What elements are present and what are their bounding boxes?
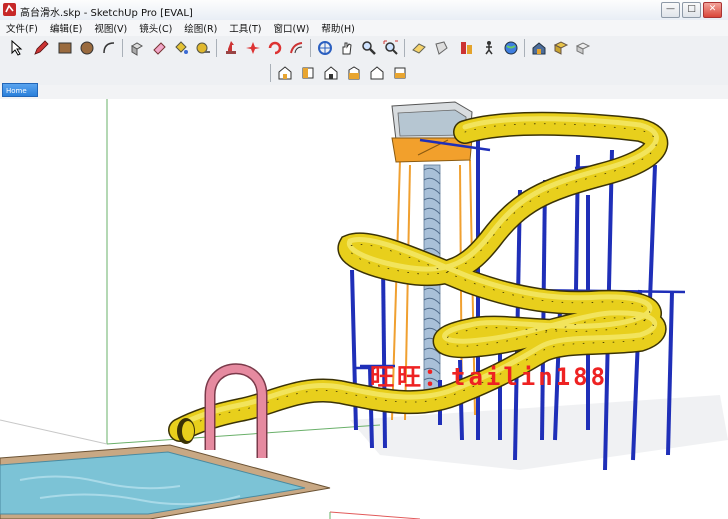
circle-icon[interactable] [78, 39, 96, 57]
iso-view-icon[interactable] [276, 64, 294, 82]
rectangle-icon[interactable] [56, 39, 74, 57]
components-icon[interactable] [432, 39, 450, 57]
red-axis [329, 511, 421, 519]
back-view-icon[interactable] [368, 64, 386, 82]
maximize-button[interactable]: □ [682, 2, 701, 18]
menu-help[interactable]: 帮助(H) [315, 21, 361, 35]
scale-icon[interactable] [266, 39, 284, 57]
tape-measure-icon[interactable] [194, 39, 212, 57]
arc-icon[interactable] [100, 39, 118, 57]
scene-tabs-bar [0, 85, 728, 99]
views-toolbar [0, 61, 728, 86]
sketchup-logo-icon [3, 3, 16, 16]
menu-window[interactable]: 窗口(W) [268, 21, 316, 35]
warehouse-icon[interactable] [530, 39, 548, 57]
close-button[interactable]: ✕ [703, 2, 722, 18]
eraser-icon[interactable] [150, 39, 168, 57]
walk-icon[interactable] [480, 39, 498, 57]
orbit-icon[interactable] [316, 39, 334, 57]
paint-bucket-icon[interactable] [172, 39, 190, 57]
menu-draw[interactable]: 绘图(R) [178, 21, 223, 35]
swimming-pool [0, 444, 331, 519]
zoom-extents-icon[interactable] [382, 39, 400, 57]
scene-tab-home[interactable]: Home [2, 83, 38, 97]
left-view-icon[interactable] [391, 64, 409, 82]
geo-icon[interactable] [502, 39, 520, 57]
top-view-icon[interactable] [299, 64, 317, 82]
select-icon[interactable] [8, 39, 26, 57]
section-icon[interactable] [410, 39, 428, 57]
menu-tools[interactable]: 工具(T) [223, 21, 267, 35]
menu-camera[interactable]: 镜头(C) [133, 21, 178, 35]
model-scene [0, 99, 728, 519]
pan-icon[interactable] [338, 39, 356, 57]
title-bar: 高台滑水.skp - SketchUp Pro [EVAL] — □ ✕ [0, 0, 728, 21]
pencil-icon[interactable] [32, 39, 50, 57]
minimize-button[interactable]: — [661, 2, 680, 18]
rotate-icon[interactable] [244, 39, 262, 57]
right-view-icon[interactable] [345, 64, 363, 82]
push-pull-icon[interactable] [128, 39, 146, 57]
offset-icon[interactable] [288, 39, 306, 57]
extension-icon[interactable] [552, 39, 570, 57]
menu-bar: 文件(F) 编辑(E) 视图(V) 镜头(C) 绘图(R) 工具(T) 窗口(W… [0, 20, 728, 36]
menu-view[interactable]: 视图(V) [88, 21, 133, 35]
menu-file[interactable]: 文件(F) [0, 21, 44, 35]
watermark-text: 旺旺：tailin188 [370, 363, 609, 391]
front-view-icon[interactable] [322, 64, 340, 82]
materials-icon[interactable] [458, 39, 476, 57]
move-icon[interactable] [222, 39, 240, 57]
model-viewport[interactable]: 旺旺：tailin188 [0, 99, 728, 519]
share-icon[interactable] [574, 39, 592, 57]
main-toolbar [0, 36, 728, 62]
zoom-icon[interactable] [360, 39, 378, 57]
window-title: 高台滑水.skp - SketchUp Pro [EVAL] [20, 8, 193, 19]
menu-edit[interactable]: 编辑(E) [44, 21, 88, 35]
